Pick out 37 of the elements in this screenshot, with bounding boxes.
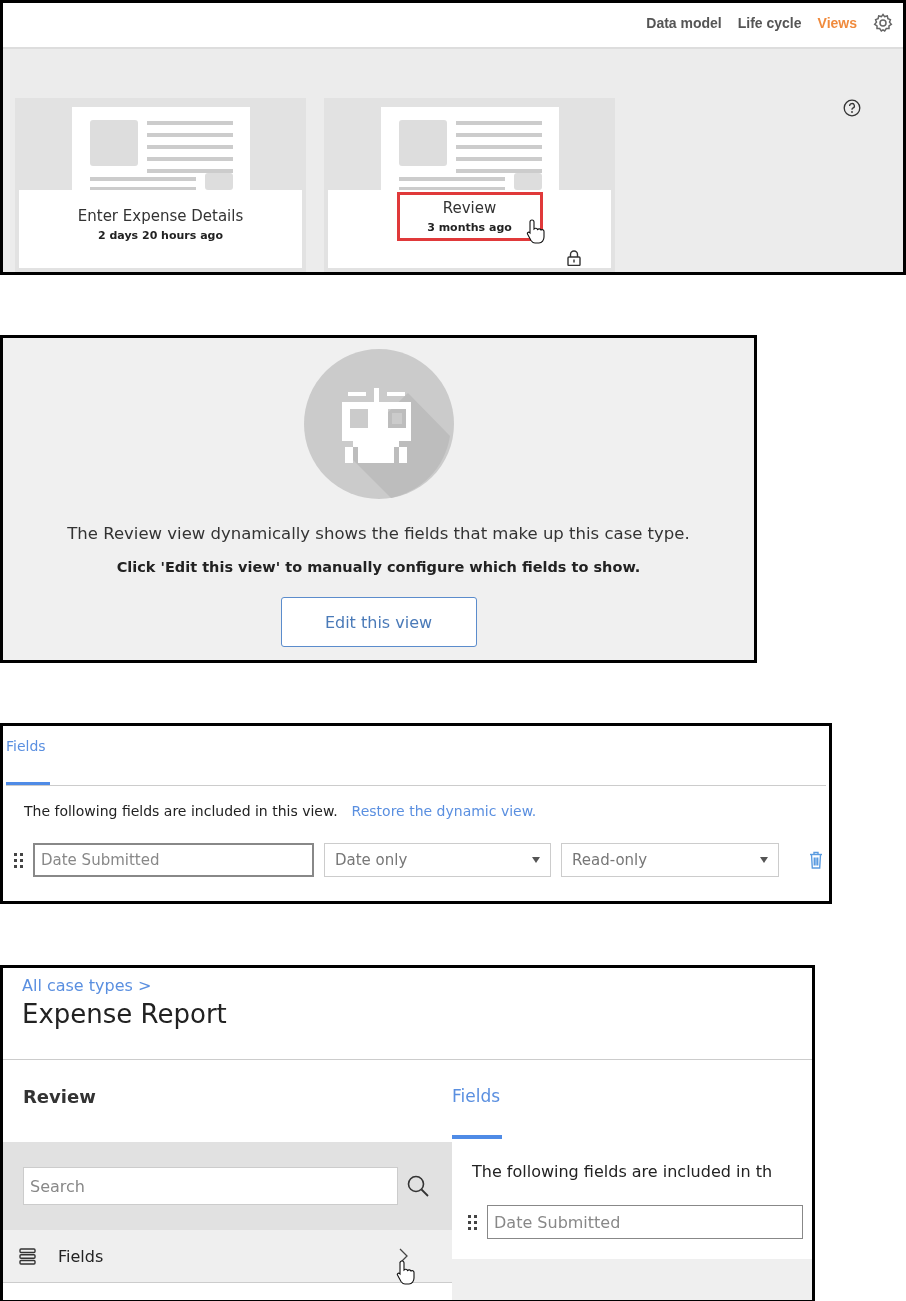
view-card[interactable]: Enter Expense Details 2 days 20 hours ago <box>15 98 306 272</box>
edit-view-button[interactable]: Edit this view <box>280 597 477 647</box>
cursor-icon <box>396 1260 416 1285</box>
view-title: Enter Expense Details <box>77 207 244 225</box>
help-icon <box>843 99 861 117</box>
field-name-input[interactable]: Date Submitted <box>33 843 314 877</box>
caret-icon <box>760 857 768 863</box>
delete-icon[interactable] <box>809 851 823 869</box>
caret-icon <box>532 857 540 863</box>
sidebar-item[interactable]: Fields <box>3 1230 452 1283</box>
view-time: 3 months ago <box>426 221 513 234</box>
view-heading: Review <box>22 1085 97 1109</box>
fields-tab[interactable]: Fields <box>6 726 50 785</box>
search-field[interactable]: Search <box>23 1167 398 1205</box>
intro-text: The following fields are included in th <box>471 1161 774 1181</box>
field-name-input[interactable]: Date Submitted <box>487 1205 803 1239</box>
view-card[interactable]: Review 3 months ago <box>324 98 615 272</box>
breadcrumb-link[interactable]: All case types > <box>22 976 812 995</box>
search-icon <box>406 1174 430 1198</box>
case-type-title: Expense Report <box>22 999 228 1029</box>
drag-handle-icon <box>14 852 23 868</box>
empty-state-instruction: Click 'Edit this view' to manually configure which fields to show. <box>116 559 641 575</box>
view-title: Review <box>441 199 498 217</box>
format-dropdown[interactable]: Date only <box>324 843 551 877</box>
list-icon <box>19 1247 36 1265</box>
mode-dropdown[interactable]: Read-only <box>561 843 779 877</box>
intro-text: The following fields are included in this view. <box>24 803 338 819</box>
settings-icon <box>873 13 893 33</box>
fields-tab[interactable]: Fields <box>452 1060 502 1139</box>
empty-state-message: The Review view dynamically shows the fields that make up this case type. <box>67 524 690 543</box>
nav-tab[interactable]: Data model <box>646 15 722 31</box>
drag-handle-icon <box>468 1214 477 1230</box>
restore-link[interactable]: Restore the dynamic view. <box>351 803 537 819</box>
view-time: 2 days 20 hours ago <box>97 229 224 242</box>
cursor-icon <box>525 219 546 244</box>
nav-tab[interactable]: Life cycle <box>737 15 802 31</box>
nav-tab[interactable]: Views <box>817 15 857 31</box>
